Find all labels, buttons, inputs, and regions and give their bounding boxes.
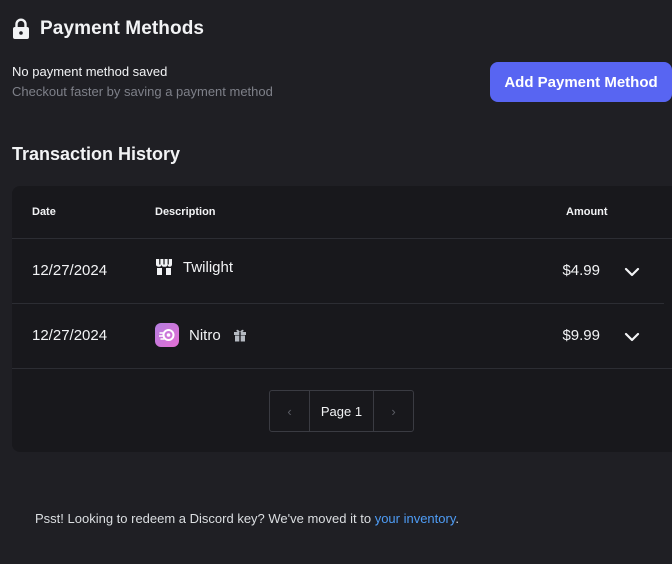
transaction-history-title: Transaction History <box>12 144 181 164</box>
column-header-description: Description <box>155 206 216 218</box>
no-payment-text: No payment method saved <box>12 64 168 79</box>
previous-page-button[interactable]: ‹ <box>270 391 310 431</box>
transaction-description: Nitro <box>155 323 247 347</box>
payment-methods-header: Payment Methods <box>12 18 204 40</box>
payment-hint-text: Checkout faster by saving a payment meth… <box>12 84 273 99</box>
chevron-down-icon[interactable] <box>624 329 640 345</box>
lock-icon <box>13 18 29 39</box>
billing-page: Payment Methods No payment method saved … <box>0 0 672 564</box>
pagination: ‹ Page 1 › <box>269 390 414 432</box>
chevron-down-icon[interactable] <box>624 264 640 280</box>
transaction-date: 12/27/2024 <box>32 262 108 279</box>
transaction-table: Date Description Amount 12/27/2024 Twili… <box>12 186 672 452</box>
table-row[interactable]: 12/27/2024 Nitro $9.99 <box>12 304 672 369</box>
payment-status: No payment method saved Checkout faster … <box>12 64 273 99</box>
shop-icon <box>156 259 172 275</box>
nitro-icon <box>155 323 179 347</box>
page-number: Page 1 <box>320 403 363 419</box>
transaction-amount: $9.99 <box>562 327 600 344</box>
payment-methods-title: Payment Methods <box>40 18 205 39</box>
inventory-link[interactable]: your inventory <box>375 511 456 526</box>
table-header: Date Description Amount <box>12 186 672 239</box>
transaction-description: Twilight <box>155 258 233 276</box>
column-header-amount: Amount <box>566 206 608 218</box>
notice-suffix: . <box>455 511 459 526</box>
next-page-button[interactable]: › <box>373 391 413 431</box>
add-payment-method-button[interactable]: Add Payment Method <box>490 62 672 102</box>
table-row[interactable]: 12/27/2024 Twilight $4.99 <box>12 239 664 304</box>
transaction-description-label: Nitro <box>189 326 221 344</box>
transaction-amount: $4.99 <box>562 262 600 279</box>
transaction-description-label: Twilight <box>183 258 234 276</box>
transaction-date: 12/27/2024 <box>32 327 108 344</box>
redeem-key-notice: Psst! Looking to redeem a Discord key? W… <box>35 511 459 526</box>
column-header-date: Date <box>32 206 56 218</box>
notice-text: Psst! Looking to redeem a Discord key? W… <box>35 511 375 526</box>
gift-icon <box>233 329 246 342</box>
